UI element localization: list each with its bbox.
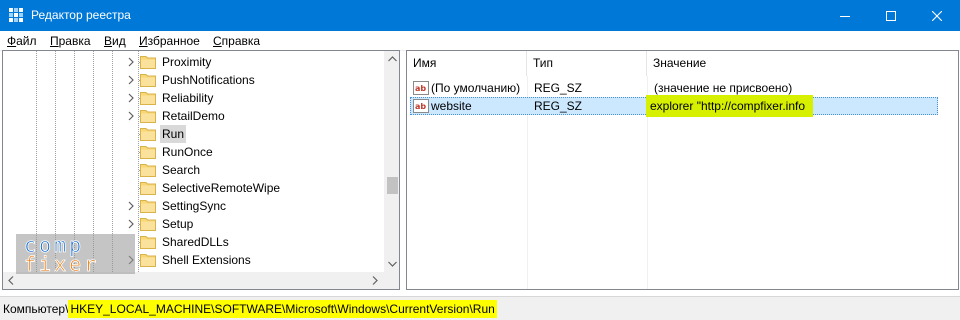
minimize-icon [840, 15, 850, 17]
menu-view[interactable]: Вид [104, 31, 126, 51]
compfixer-watermark: comp fixer [16, 234, 135, 274]
chevron-right-icon[interactable] [125, 56, 137, 68]
value-type: REG_SZ [534, 81, 583, 95]
folder-icon [140, 236, 156, 249]
tree-item-label: Run [160, 125, 187, 143]
folder-icon [140, 200, 156, 213]
tree-item[interactable]: SelectiveRemoteWipe [125, 179, 375, 197]
column-header-type[interactable]: Тип [527, 51, 647, 76]
chevron-right-icon[interactable] [125, 200, 137, 212]
tree-item[interactable]: SharedDLLs [125, 233, 375, 251]
folder-icon [140, 146, 156, 159]
folder-icon [140, 74, 156, 87]
menu-bar: Файл Правка Вид Избранное Справка [0, 31, 960, 51]
regedit-icon [9, 8, 23, 22]
tree-item-label: Proximity [162, 55, 212, 69]
value-type: REG_SZ [534, 99, 583, 113]
folder-icon [140, 182, 156, 195]
chevron-right-icon[interactable] [125, 92, 137, 104]
tree-item[interactable]: Proximity [125, 53, 375, 71]
close-button[interactable] [914, 0, 960, 31]
svg-text:ab: ab [415, 102, 426, 111]
values-list[interactable]: Имя Тип Значение ab (По умолчанию) REG_S… [406, 50, 959, 290]
status-bar: Компьютер\ HKEY_LOCAL_MACHINE\SOFTWARE\Mi… [0, 296, 960, 320]
chevron-right-icon[interactable] [125, 218, 137, 230]
tree-item-label: SettingSync [162, 199, 227, 213]
value-data-highlighted: explorer "http://compfixer.info [646, 95, 813, 117]
tree-item[interactable]: RunOnce [125, 143, 375, 161]
folder-icon [140, 56, 156, 69]
status-path: Компьютер\ HKEY_LOCAL_MACHINE\SOFTWARE\Mi… [3, 297, 497, 320]
watermark-line2: fixer [24, 252, 99, 274]
menu-favorites[interactable]: Избранное [139, 31, 200, 51]
tree-item[interactable]: PushNotifications [125, 71, 375, 89]
tree-horizontal-scrollbar[interactable] [3, 272, 384, 289]
compfixer-logo-icon: comp fixer [24, 234, 99, 274]
tree-item[interactable]: Setup [125, 215, 375, 233]
scroll-down-icon[interactable] [388, 261, 397, 267]
minimize-button[interactable] [822, 0, 868, 31]
tree-item[interactable]: Search [125, 161, 375, 179]
folder-icon [140, 110, 156, 123]
menu-edit[interactable]: Правка [50, 31, 91, 51]
folder-icon [140, 164, 156, 177]
tree-scroll-thumb[interactable] [387, 177, 398, 194]
tree-item-label: Search [162, 163, 201, 177]
value-row-website[interactable]: ab website REG_SZ explorer "http://compf… [410, 95, 938, 117]
tree-item-label: Shell Extensions [162, 253, 251, 267]
value-name: website [431, 99, 472, 113]
folder-icon [140, 128, 156, 141]
scroll-left-icon[interactable] [8, 276, 14, 285]
menu-help[interactable]: Справка [213, 31, 260, 51]
value-name: (По умолчанию) [431, 81, 521, 95]
tree-item-label: SharedDLLs [162, 235, 229, 249]
tree-item-label: SelectiveRemoteWipe [162, 181, 281, 195]
tree-item[interactable]: RetailDemo [125, 107, 375, 125]
tree-item-label: RunOnce [162, 145, 213, 159]
scroll-right-icon[interactable] [372, 276, 378, 285]
tree-item[interactable]: Run [125, 125, 375, 143]
tree-item[interactable]: SettingSync [125, 197, 375, 215]
menu-file[interactable]: Файл [7, 31, 37, 51]
folder-icon [140, 254, 156, 267]
maximize-icon [886, 10, 896, 21]
title-bar: Редактор реестра [0, 0, 960, 31]
tree-item[interactable]: Reliability [125, 89, 375, 107]
tree-item-label: Reliability [162, 91, 214, 105]
column-header-name[interactable]: Имя [407, 51, 527, 76]
string-value-icon: ab [413, 81, 429, 95]
folder-icon [140, 92, 156, 105]
scroll-corner [384, 272, 399, 289]
scroll-up-icon[interactable] [388, 56, 397, 62]
window-title: Редактор реестра [31, 8, 131, 22]
svg-text:ab: ab [415, 84, 426, 93]
status-prefix: Компьютер\ [3, 302, 69, 316]
folder-icon [140, 218, 156, 231]
maximize-button[interactable] [868, 0, 914, 31]
chevron-right-icon[interactable] [125, 74, 137, 86]
tree-item-label: RetailDemo [162, 109, 225, 123]
column-header-value[interactable]: Значение [647, 51, 958, 76]
status-key-path: HKEY_LOCAL_MACHINE\SOFTWARE\Microsoft\Wi… [68, 300, 497, 318]
tree-item[interactable]: Shell Extensions [125, 251, 375, 269]
string-value-icon: ab [413, 99, 429, 113]
tree-item-label: PushNotifications [162, 73, 255, 87]
tree-vertical-scrollbar[interactable] [384, 51, 399, 272]
chevron-right-icon[interactable] [125, 110, 137, 122]
tree-item-label: Setup [162, 217, 194, 231]
close-icon [932, 10, 942, 21]
